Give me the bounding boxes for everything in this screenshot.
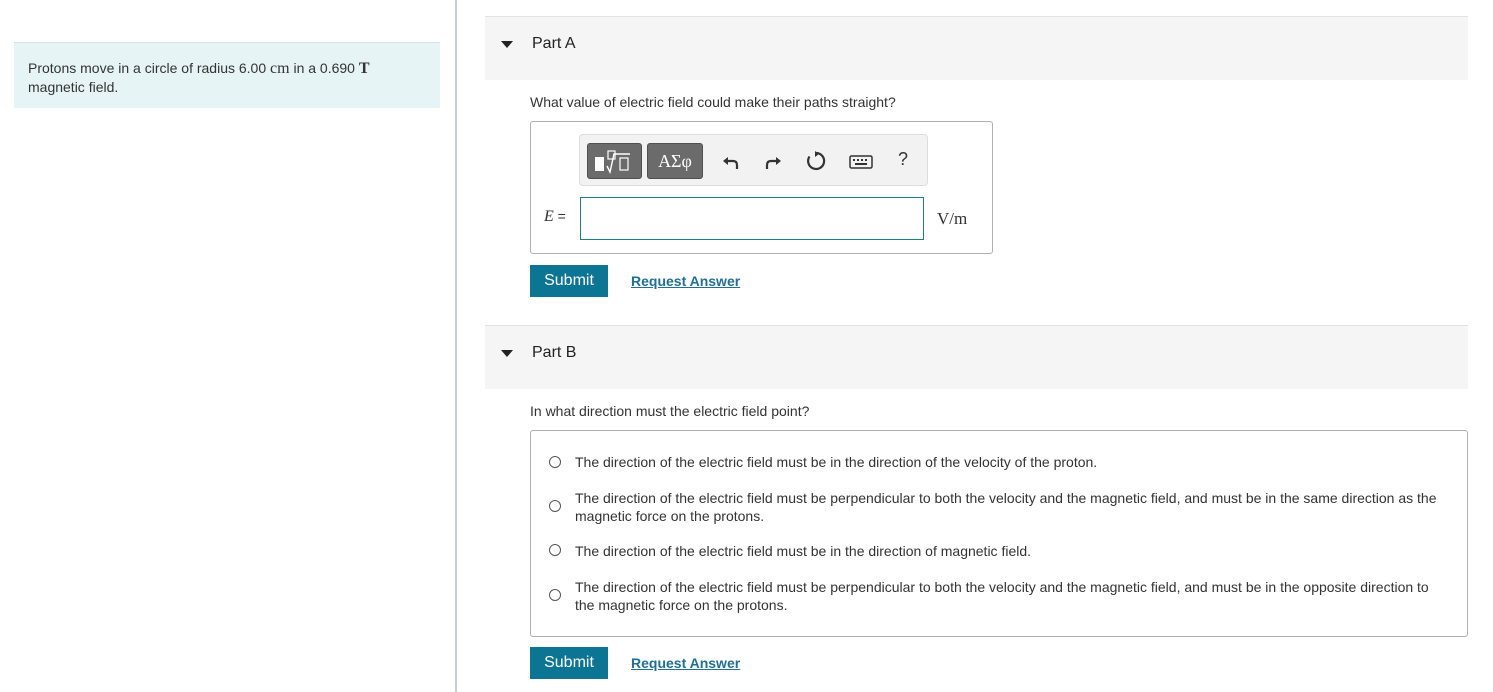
problem-text-before: Protons move in a circle of radius 6.00	[28, 60, 271, 76]
unit-label: V/m	[937, 209, 968, 228]
problem-text-middle: in a 0.690	[289, 60, 359, 76]
part-b-header[interactable]: Part B	[485, 325, 1468, 389]
radio-button[interactable]	[549, 589, 561, 601]
fraction-sqrt-icon	[595, 150, 630, 175]
unit-tesla: T	[358, 60, 370, 77]
part-a-request-answer-link[interactable]: Request Answer	[631, 273, 740, 289]
greek-symbols-button[interactable]: ΑΣφ	[647, 143, 703, 179]
collapse-triangle-icon[interactable]	[501, 350, 513, 357]
part-a-header[interactable]: Part A	[485, 16, 1468, 80]
part-b-submit-button[interactable]: Submit	[530, 647, 608, 679]
math-toolbar: ΑΣφ ?	[579, 134, 928, 186]
choice-text: The direction of the electric field must…	[575, 454, 1098, 470]
equation-variable: E	[544, 208, 554, 225]
choice-text: The direction of the electric field must…	[575, 579, 1429, 613]
choice-text: The direction of the electric field must…	[575, 490, 1437, 524]
unit-cm: cm	[270, 60, 290, 77]
part-b-question: In what direction must the electric fiel…	[530, 403, 810, 419]
collapse-triangle-icon[interactable]	[501, 41, 513, 48]
undo-icon[interactable]	[719, 149, 743, 173]
radio-button[interactable]	[549, 544, 561, 556]
redo-icon[interactable]	[761, 149, 785, 173]
answer-input[interactable]	[580, 197, 924, 240]
problem-sidebar: Protons move in a circle of radius 6.00 …	[0, 0, 457, 692]
help-button[interactable]: ?	[898, 149, 908, 170]
equation-equals: =	[553, 208, 566, 224]
part-b-title: Part B	[532, 344, 577, 361]
part-b-request-answer-link[interactable]: Request Answer	[631, 655, 740, 671]
choice-text: The direction of the electric field must…	[575, 543, 1032, 559]
answer-box: ΑΣφ ? E = V/m	[530, 121, 993, 254]
part-a-question: What value of electric field could make …	[530, 94, 896, 110]
reset-icon[interactable]	[804, 149, 828, 173]
part-a-submit-button[interactable]: Submit	[530, 265, 608, 297]
part-a-title: Part A	[532, 35, 576, 52]
choices-box: The direction of the electric field must…	[530, 430, 1468, 637]
problem-text-after: magnetic field.	[28, 79, 119, 95]
keyboard-icon[interactable]	[848, 149, 874, 173]
templates-button[interactable]	[587, 143, 642, 179]
equation-label: E =	[544, 208, 566, 226]
radio-button[interactable]	[549, 500, 561, 512]
problem-statement: Protons move in a circle of radius 6.00 …	[14, 42, 440, 108]
radio-button[interactable]	[549, 456, 561, 468]
